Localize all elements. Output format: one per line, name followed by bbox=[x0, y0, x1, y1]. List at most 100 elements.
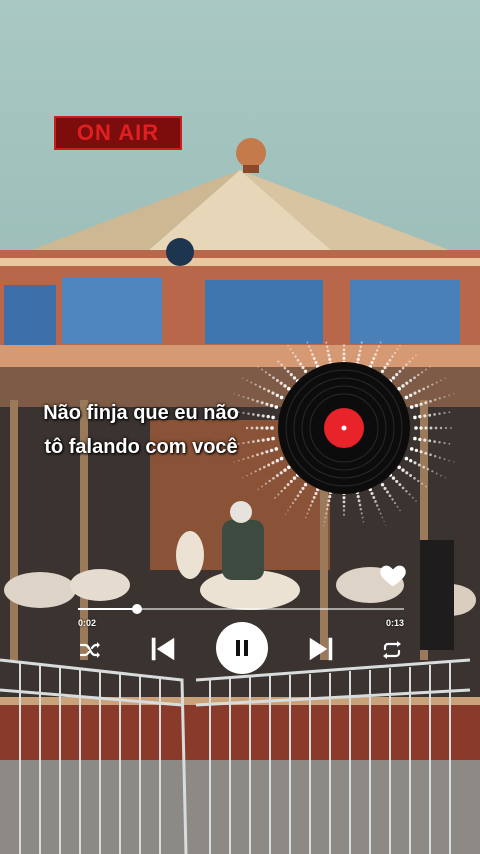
visualizer-dot bbox=[423, 438, 427, 442]
visualizer-dot bbox=[379, 341, 382, 344]
visualizer-dot bbox=[431, 383, 434, 386]
visualizer-dot bbox=[434, 398, 437, 401]
visualizer-dot bbox=[304, 516, 307, 519]
visualizer-dot bbox=[444, 476, 447, 479]
visualizer-dot bbox=[308, 345, 311, 348]
visualizer-dot bbox=[361, 516, 364, 519]
visualizer-dot bbox=[435, 381, 438, 384]
visualizer-dot bbox=[289, 348, 292, 351]
visualizer-dot bbox=[254, 383, 257, 386]
visualizer-dot bbox=[265, 402, 269, 406]
visualizer-dot bbox=[396, 348, 399, 351]
visualizer-dot bbox=[268, 373, 271, 377]
visualizer-dot bbox=[252, 413, 255, 416]
lyrics-line-1: Não finja que eu não bbox=[43, 402, 239, 424]
visualizer-dot bbox=[233, 461, 235, 463]
lyrics-line-2: tô falando com você bbox=[44, 436, 238, 458]
visualizer-dot bbox=[252, 440, 255, 443]
visualizer-dot bbox=[443, 442, 446, 445]
visualizer-dot bbox=[291, 351, 295, 354]
visualizer-dot bbox=[448, 394, 451, 397]
like-button[interactable] bbox=[378, 560, 408, 590]
pause-button[interactable] bbox=[216, 622, 268, 674]
visualizer-dot bbox=[393, 351, 397, 354]
visualizer-dot bbox=[322, 525, 325, 527]
visualizer-dot bbox=[396, 505, 399, 508]
skip-previous-icon bbox=[151, 637, 175, 661]
visualizer-dot bbox=[268, 479, 271, 483]
visualizer-dot bbox=[266, 414, 270, 419]
visualizer-dot bbox=[360, 341, 363, 344]
visualizer-dot bbox=[415, 500, 417, 502]
visualizer-dot bbox=[428, 365, 431, 368]
visualizer-dot bbox=[261, 485, 263, 488]
visualizer-dot bbox=[294, 355, 297, 358]
visualizer-dot bbox=[383, 520, 385, 523]
visualizer-dot bbox=[258, 385, 262, 388]
visualizer-dot bbox=[424, 401, 428, 405]
visualizer-dot bbox=[306, 341, 309, 344]
visualizer-dot bbox=[311, 353, 314, 356]
previous-button[interactable] bbox=[146, 632, 180, 666]
visualizer-dot bbox=[418, 414, 422, 419]
visualizer-dot bbox=[266, 437, 270, 442]
visualizer-dot bbox=[342, 513, 346, 516]
visualizer-dot bbox=[362, 520, 365, 523]
progress-thumb[interactable] bbox=[131, 604, 142, 614]
visualizer-dot bbox=[435, 472, 438, 475]
visualizer-dot bbox=[414, 426, 418, 430]
visualizer-dot bbox=[385, 524, 387, 526]
visualizer-dot bbox=[422, 465, 426, 469]
visualizer-dot bbox=[379, 512, 382, 515]
visualizer-dot bbox=[262, 465, 266, 469]
visualizer-dot bbox=[376, 349, 379, 352]
shuffle-button[interactable] bbox=[76, 636, 104, 664]
visualizer-dot bbox=[233, 393, 235, 395]
visualizer-dot bbox=[440, 379, 442, 382]
visualizer-dot bbox=[381, 516, 384, 519]
visualizer-dot bbox=[247, 441, 250, 444]
pause-icon bbox=[236, 640, 248, 656]
visualizer-dot bbox=[257, 488, 260, 491]
visualizer-dot bbox=[247, 412, 250, 415]
visualizer-dot bbox=[291, 502, 295, 505]
visualizer-dot bbox=[237, 442, 240, 445]
visualizer-dot bbox=[453, 393, 455, 395]
visualizer-dot bbox=[426, 385, 430, 388]
visualizer-dot bbox=[255, 426, 259, 430]
visualizer-dot bbox=[438, 397, 441, 400]
visualizer-dot bbox=[399, 509, 401, 512]
visualizer-dot bbox=[359, 508, 362, 511]
visualizer-dot bbox=[241, 377, 244, 380]
visualizer-dot bbox=[237, 459, 240, 462]
visualizer-dot bbox=[284, 513, 287, 515]
visualizer-dot bbox=[393, 502, 397, 505]
visualizer-dot bbox=[251, 455, 254, 458]
visualizer-dot bbox=[325, 341, 328, 344]
visualizer-dot bbox=[357, 353, 361, 357]
visualizer-dot bbox=[282, 517, 284, 519]
visualizer-dot bbox=[311, 500, 314, 503]
visualizer-dot bbox=[438, 456, 441, 459]
progress-slider[interactable] bbox=[78, 604, 404, 614]
visualizer-dot bbox=[306, 512, 309, 515]
visualizer-dot bbox=[421, 371, 424, 374]
visualizer-dot bbox=[326, 349, 330, 353]
visualizer-dot bbox=[374, 500, 377, 503]
next-button[interactable] bbox=[304, 632, 338, 666]
total-duration: 0:13 bbox=[386, 618, 405, 628]
visualizer-dot bbox=[429, 453, 432, 457]
visualizer-dot bbox=[287, 509, 289, 512]
visualizer-dot bbox=[417, 389, 421, 393]
visualizer-dot bbox=[444, 426, 448, 430]
repeat-button[interactable] bbox=[378, 636, 406, 664]
visualizer-dot bbox=[438, 412, 441, 415]
visualizer-dot bbox=[414, 403, 419, 408]
visualizer-dot bbox=[377, 345, 380, 348]
visualizer-dot bbox=[411, 357, 414, 360]
visualizer-dot bbox=[256, 453, 259, 457]
visualizer-dot bbox=[264, 482, 267, 485]
visualizer-dot bbox=[237, 394, 240, 397]
visualizer-dot bbox=[376, 504, 379, 507]
visualizer-dot bbox=[324, 516, 327, 519]
